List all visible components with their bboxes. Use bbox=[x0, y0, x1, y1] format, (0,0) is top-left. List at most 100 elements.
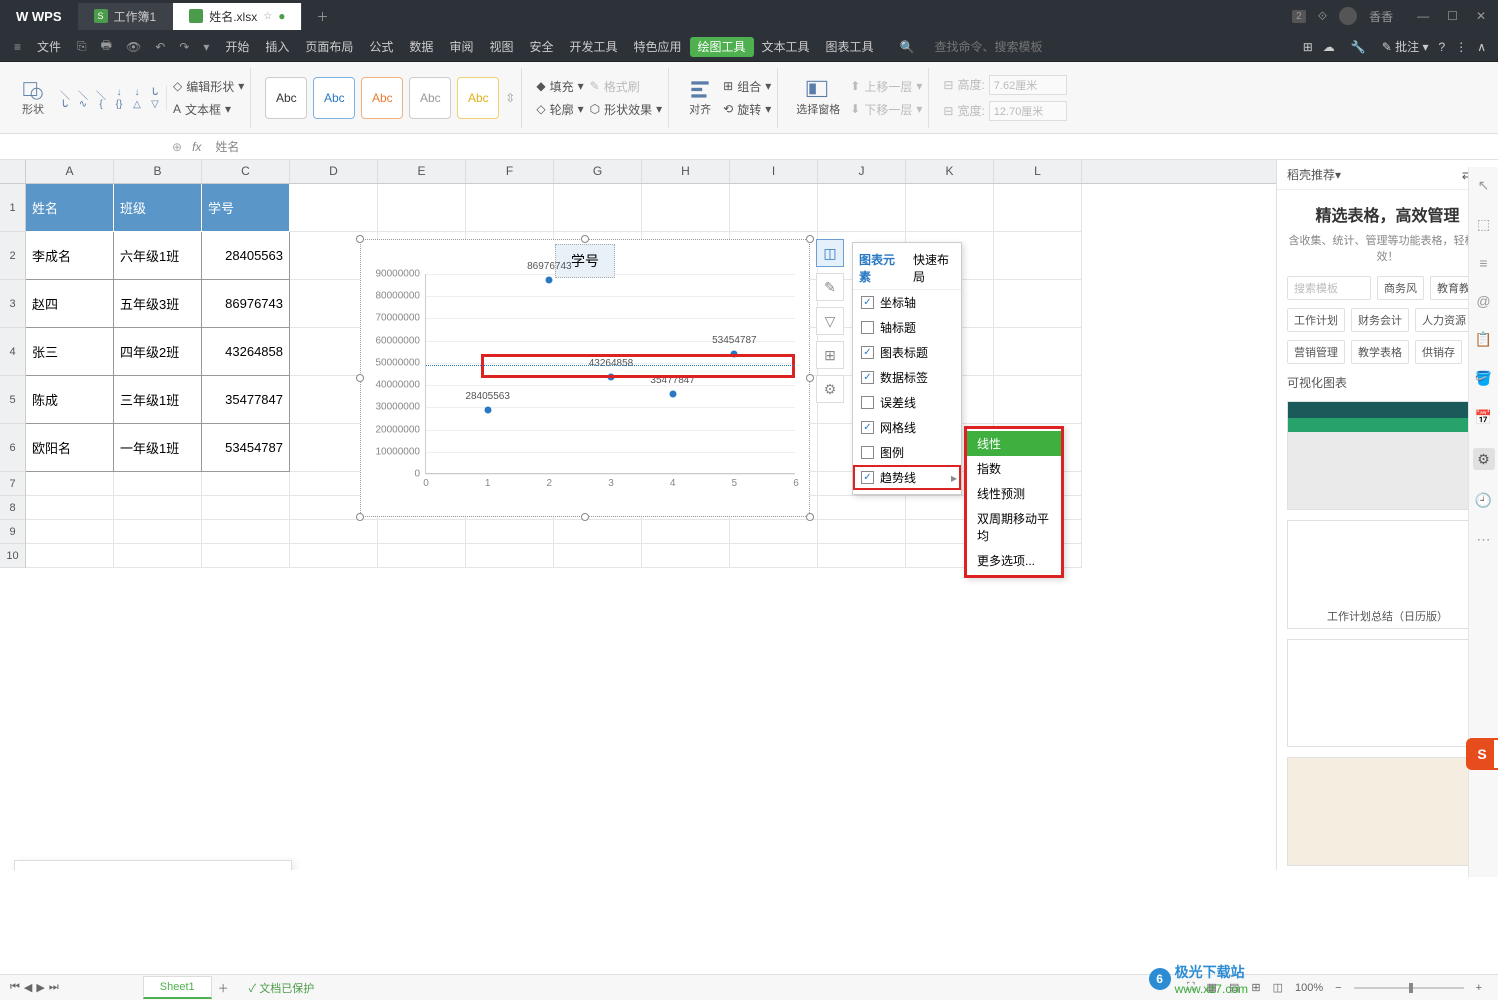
sheet-nav-prev[interactable]: ◀ bbox=[24, 981, 32, 994]
print-icon[interactable]: 🖶 bbox=[95, 32, 118, 61]
collapse-icon[interactable]: ∧ bbox=[1477, 40, 1486, 54]
cell[interactable] bbox=[290, 520, 378, 544]
cell[interactable] bbox=[730, 520, 818, 544]
cell[interactable] bbox=[202, 496, 290, 520]
cell[interactable] bbox=[994, 376, 1082, 424]
row-header[interactable]: 10 bbox=[0, 544, 26, 568]
maximize-button[interactable]: ☐ bbox=[1447, 9, 1458, 23]
cell[interactable] bbox=[994, 232, 1082, 280]
col-header[interactable]: J bbox=[818, 160, 906, 183]
magnifier-icon[interactable]: ⊕ bbox=[172, 140, 182, 154]
fill-button[interactable]: ◆ 填充 ▾ bbox=[536, 78, 583, 95]
cell[interactable] bbox=[114, 472, 202, 496]
bucket-icon[interactable]: 🪣 bbox=[1475, 370, 1492, 387]
menu-file[interactable]: 文件 bbox=[29, 34, 69, 59]
tab-name-xlsx[interactable]: S 姓名.xlsx ☆ ● bbox=[173, 3, 302, 30]
wrench-icon[interactable]: 🔧 bbox=[1345, 36, 1372, 58]
menu-特色应用[interactable]: 特色应用 bbox=[626, 36, 690, 58]
rotate-button[interactable]: ⟲ 旋转 ▾ bbox=[723, 101, 771, 118]
row-header[interactable]: 5 bbox=[0, 376, 26, 424]
cell[interactable] bbox=[818, 496, 906, 520]
sheet-tab[interactable]: Sheet1 bbox=[143, 976, 212, 999]
help-icon[interactable]: ? bbox=[1439, 40, 1446, 54]
style-preset-1[interactable]: Abc bbox=[265, 77, 307, 119]
menu-icon[interactable]: ≡ bbox=[8, 36, 27, 58]
cell[interactable] bbox=[26, 544, 114, 568]
sheet-nav-first[interactable]: ⏮ bbox=[10, 981, 20, 994]
chart-elements-tab[interactable]: 图表元素 bbox=[853, 247, 907, 289]
style-preset-2[interactable]: Abc bbox=[313, 77, 355, 119]
style-preset-5[interactable]: Abc bbox=[457, 77, 499, 119]
cell[interactable] bbox=[466, 184, 554, 232]
cell[interactable] bbox=[26, 472, 114, 496]
cell[interactable]: 李成名 bbox=[26, 232, 114, 280]
menu-开发工具[interactable]: 开发工具 bbox=[561, 36, 625, 58]
col-header[interactable]: H bbox=[642, 160, 730, 183]
gallery-more[interactable]: ⇳ bbox=[505, 91, 515, 105]
chart-object[interactable]: 学号 0100000002000000030000000400000005000… bbox=[360, 239, 810, 517]
tab-workbook1[interactable]: S 工作簿1 bbox=[78, 3, 174, 30]
row-header[interactable]: 6 bbox=[0, 424, 26, 472]
row-header[interactable]: 4 bbox=[0, 328, 26, 376]
redo-icon[interactable]: ↷ bbox=[173, 36, 195, 58]
style-gallery[interactable]: Abc Abc Abc Abc Abc ⇳ bbox=[259, 68, 522, 128]
chart-element-轴标题[interactable]: 轴标题 bbox=[853, 315, 961, 340]
chart-data-button[interactable]: ⊞ bbox=[816, 341, 844, 369]
outline-button[interactable]: ◇ 轮廓 ▾ bbox=[536, 101, 583, 118]
cell[interactable] bbox=[994, 184, 1082, 232]
gear-icon[interactable]: ⚙ bbox=[1473, 448, 1495, 470]
property-icon[interactable]: ≡ bbox=[1479, 255, 1487, 271]
select-all-corner[interactable] bbox=[0, 160, 26, 183]
chart-element-图例[interactable]: 图例 bbox=[853, 440, 961, 465]
dropdown-icon[interactable]: ▾ bbox=[197, 36, 215, 58]
cell[interactable]: 三年级1班 bbox=[114, 376, 202, 424]
cell[interactable] bbox=[202, 520, 290, 544]
cell[interactable] bbox=[114, 520, 202, 544]
cell[interactable] bbox=[818, 520, 906, 544]
cell[interactable]: 一年级1班 bbox=[114, 424, 202, 472]
cell[interactable] bbox=[202, 472, 290, 496]
history-icon[interactable]: 🕘 bbox=[1475, 492, 1492, 509]
menu-插入[interactable]: 插入 bbox=[257, 36, 297, 58]
preview-icon[interactable]: 👁 bbox=[120, 36, 147, 58]
trendline-option-线性预测[interactable]: 线性预测 bbox=[967, 481, 1061, 506]
chart-elements-button[interactable]: ◫ bbox=[816, 239, 844, 267]
more-tools-icon[interactable]: ⋯ bbox=[1477, 531, 1491, 548]
row-header[interactable]: 8 bbox=[0, 496, 26, 520]
trendline-option-指数[interactable]: 指数 bbox=[967, 456, 1061, 481]
col-header[interactable]: C bbox=[202, 160, 290, 183]
cell[interactable]: 28405563 bbox=[202, 232, 290, 280]
row-header[interactable]: 1 bbox=[0, 184, 26, 232]
fx-icon[interactable]: fx bbox=[192, 140, 201, 154]
cell[interactable]: 学号 bbox=[202, 184, 290, 232]
cell[interactable] bbox=[26, 496, 114, 520]
trendline-option-更多选项...[interactable]: 更多选项... bbox=[967, 548, 1061, 573]
cell[interactable] bbox=[378, 520, 466, 544]
chart-element-数据标签[interactable]: ✓数据标签 bbox=[853, 365, 961, 390]
clipboard-icon[interactable]: 📋 bbox=[1475, 331, 1492, 348]
cell[interactable] bbox=[554, 520, 642, 544]
chart-element-网格线[interactable]: ✓网格线 bbox=[853, 415, 961, 440]
cell[interactable] bbox=[642, 184, 730, 232]
view-custom-icon[interactable]: ⊞ bbox=[1245, 981, 1266, 994]
col-header[interactable]: D bbox=[290, 160, 378, 183]
zoom-in[interactable]: + bbox=[1470, 982, 1488, 994]
row-header[interactable]: 7 bbox=[0, 472, 26, 496]
minimize-button[interactable]: — bbox=[1417, 9, 1429, 23]
shape-dropdown[interactable]: 形状 bbox=[16, 75, 50, 121]
cell[interactable] bbox=[378, 184, 466, 232]
cell[interactable] bbox=[26, 520, 114, 544]
annotate-button[interactable]: ✎ 批注 ▾ bbox=[1382, 38, 1429, 55]
tag[interactable]: 营销管理 bbox=[1287, 340, 1345, 364]
more-icon[interactable]: ⋮ bbox=[1455, 40, 1467, 54]
cell[interactable] bbox=[554, 184, 642, 232]
cell[interactable]: 姓名 bbox=[26, 184, 114, 232]
cell[interactable]: 六年级1班 bbox=[114, 232, 202, 280]
row-header[interactable]: 2 bbox=[0, 232, 26, 280]
sheet-nav-last[interactable]: ⏭ bbox=[49, 981, 59, 994]
undo-icon[interactable]: ↶ bbox=[149, 36, 171, 58]
col-header[interactable]: L bbox=[994, 160, 1082, 183]
chart-plot-area[interactable]: 0100000002000000030000000400000005000000… bbox=[425, 274, 795, 474]
cell[interactable] bbox=[906, 184, 994, 232]
name-box[interactable] bbox=[12, 137, 162, 157]
